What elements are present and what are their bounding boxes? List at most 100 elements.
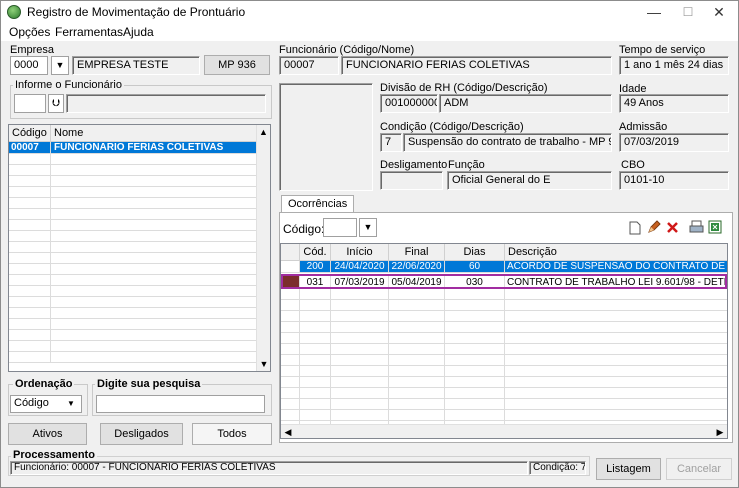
- scroll-left-icon[interactable]: ◀: [283, 425, 293, 438]
- cell-dias: 60: [445, 261, 505, 272]
- edit-pencil-icon[interactable]: [647, 220, 661, 234]
- table-row[interactable]: 031 07/03/2019 05/04/2019 030 CONTRATO D…: [281, 274, 727, 289]
- empresa-name-field: EMPRESA TESTE: [72, 56, 200, 75]
- empresa-dropdown-arrow[interactable]: ▼: [51, 56, 69, 75]
- empty-row: [9, 154, 270, 165]
- informe-arrow-icon[interactable]: ⮋: [48, 94, 64, 113]
- ocorrencias-hscrollbar[interactable]: ◀ ▶: [281, 424, 727, 438]
- empty-row: [9, 176, 270, 187]
- scroll-up-icon[interactable]: ▲: [257, 125, 270, 139]
- cell-cod: 200: [300, 261, 331, 272]
- cancelar-button[interactable]: Cancelar: [666, 458, 732, 480]
- funcionario-list-scrollbar[interactable]: ▲ ▼: [256, 125, 270, 371]
- todos-button[interactable]: Todos: [192, 423, 272, 445]
- scroll-down-icon[interactable]: ▼: [257, 357, 270, 371]
- col-dias-header[interactable]: Dias: [445, 244, 505, 260]
- empresa-code-select[interactable]: 0000: [10, 56, 48, 75]
- cbo-label: CBO: [621, 159, 645, 171]
- empty-row: [9, 319, 270, 330]
- col-nome-header[interactable]: Nome: [51, 125, 257, 141]
- condicao-code-field: 7: [380, 133, 402, 152]
- condicao-desc-field: Suspensão do contrato de trabalho - MP 9…: [403, 133, 612, 152]
- cbo-field: 0101-10: [619, 171, 729, 190]
- title-bar: Registro de Movimentação de Prontuário —…: [1, 1, 738, 23]
- divisao-code-field: 001000000: [380, 94, 438, 113]
- tab-ocorrencias[interactable]: Ocorrências: [281, 195, 355, 213]
- app-icon: [7, 5, 21, 19]
- listagem-button[interactable]: Listagem: [596, 458, 661, 480]
- funcao-field: Oficial General do E: [447, 171, 612, 190]
- list-item[interactable]: 00007 FUNCIONARIO FERIAS COLETIVAS: [9, 142, 257, 154]
- cell-final: 22/06/2020: [389, 261, 445, 272]
- ordenacao-dropdown-icon[interactable]: ▼: [67, 399, 75, 408]
- processamento-condicao: Condição: 7: [529, 461, 586, 475]
- divisao-desc-field: ADM: [439, 94, 612, 113]
- ocorrencias-codigo-dropdown[interactable]: ▼: [359, 218, 377, 237]
- empty-row: [281, 355, 727, 366]
- cell-inicio: 24/04/2020: [331, 261, 389, 272]
- ocorrencias-codigo-input[interactable]: [323, 218, 357, 237]
- empty-row: [9, 187, 270, 198]
- new-document-icon[interactable]: [629, 221, 641, 235]
- processamento-text: Funcionário: 00007 - FUNCIONARIO FERIAS …: [10, 461, 528, 475]
- print-icon[interactable]: [689, 220, 704, 234]
- empty-row: [9, 209, 270, 220]
- menu-ajuda[interactable]: Ajuda: [123, 25, 154, 39]
- menu-opcoes[interactable]: Opções: [9, 25, 50, 39]
- cell-descricao: CONTRATO DE TRABALHO LEI 9.601/98 - DETE…: [507, 277, 725, 287]
- menu-ferramentas[interactable]: Ferramentas: [55, 25, 123, 39]
- ocorrencias-grid[interactable]: Cód. Início Final Dias Descrição 200 24/…: [280, 243, 728, 439]
- table-row[interactable]: 200 24/04/2020 22/06/2020 60 ACORDO DE S…: [281, 261, 727, 273]
- maximize-button[interactable]: ☐: [671, 1, 705, 23]
- desligados-button[interactable]: Desligados: [100, 423, 183, 445]
- empty-row: [281, 300, 727, 311]
- mp936-button[interactable]: MP 936: [204, 55, 270, 75]
- empty-row: [9, 297, 270, 308]
- excel-export-icon[interactable]: [708, 220, 723, 235]
- empty-row: [9, 220, 270, 231]
- funcionario-name-field: FUNCIONARIO FERIAS COLETIVAS: [341, 56, 612, 75]
- ocorrencias-codigo-label: Código:: [283, 222, 325, 236]
- empty-row: [9, 308, 270, 319]
- window-title: Registro de Movimentação de Prontuário: [27, 5, 246, 19]
- delete-icon[interactable]: [666, 221, 679, 234]
- empty-row: [281, 311, 727, 322]
- close-button[interactable]: ✕: [702, 1, 736, 23]
- empty-row: [281, 344, 727, 355]
- ativos-button[interactable]: Ativos: [8, 423, 87, 445]
- minimize-button[interactable]: —: [637, 1, 671, 23]
- empty-row: [281, 410, 727, 421]
- col-final-header[interactable]: Final: [389, 244, 445, 260]
- col-codigo-header[interactable]: Código: [9, 125, 51, 141]
- row-marker: [283, 276, 300, 287]
- photo-box: [279, 83, 373, 191]
- desligamento-field: [380, 171, 443, 190]
- admissao-label: Admissão: [619, 121, 668, 133]
- pesquisa-input[interactable]: [96, 395, 265, 413]
- list-item-name: FUNCIONARIO FERIAS COLETIVAS: [54, 142, 224, 153]
- menu-bar: Opções Ferramentas Ajuda: [1, 23, 738, 41]
- row-marker: [281, 261, 300, 272]
- funcionario-list[interactable]: Código Nome 00007 FUNCIONARIO FERIAS COL…: [8, 124, 271, 372]
- empty-row: [9, 198, 270, 209]
- empty-row: [9, 231, 270, 242]
- idade-field: 49 Anos: [619, 94, 729, 113]
- empty-row: [281, 289, 727, 300]
- col-cod-header[interactable]: Cód.: [300, 244, 331, 260]
- empty-row: [9, 341, 270, 352]
- scroll-right-icon[interactable]: ▶: [715, 425, 725, 438]
- empty-row: [281, 322, 727, 333]
- tempo-field: 1 ano 1 mês 24 dias: [619, 56, 729, 75]
- col-descricao-header[interactable]: Descrição: [505, 244, 727, 260]
- admissao-field: 07/03/2019: [619, 133, 729, 152]
- col-inicio-header[interactable]: Início: [331, 244, 389, 260]
- funcionario-list-header: Código Nome: [9, 125, 257, 142]
- empty-row: [9, 352, 270, 363]
- empty-row: [281, 377, 727, 388]
- funcionario-label: Funcionário (Código/Nome): [279, 44, 415, 56]
- condicao-label: Condição (Código/Descrição): [380, 121, 524, 133]
- empty-row: [9, 264, 270, 275]
- divisao-label: Divisão de RH (Código/Descrição): [380, 82, 548, 94]
- cell-final: 05/04/2019: [389, 276, 445, 288]
- informe-input[interactable]: [14, 94, 46, 113]
